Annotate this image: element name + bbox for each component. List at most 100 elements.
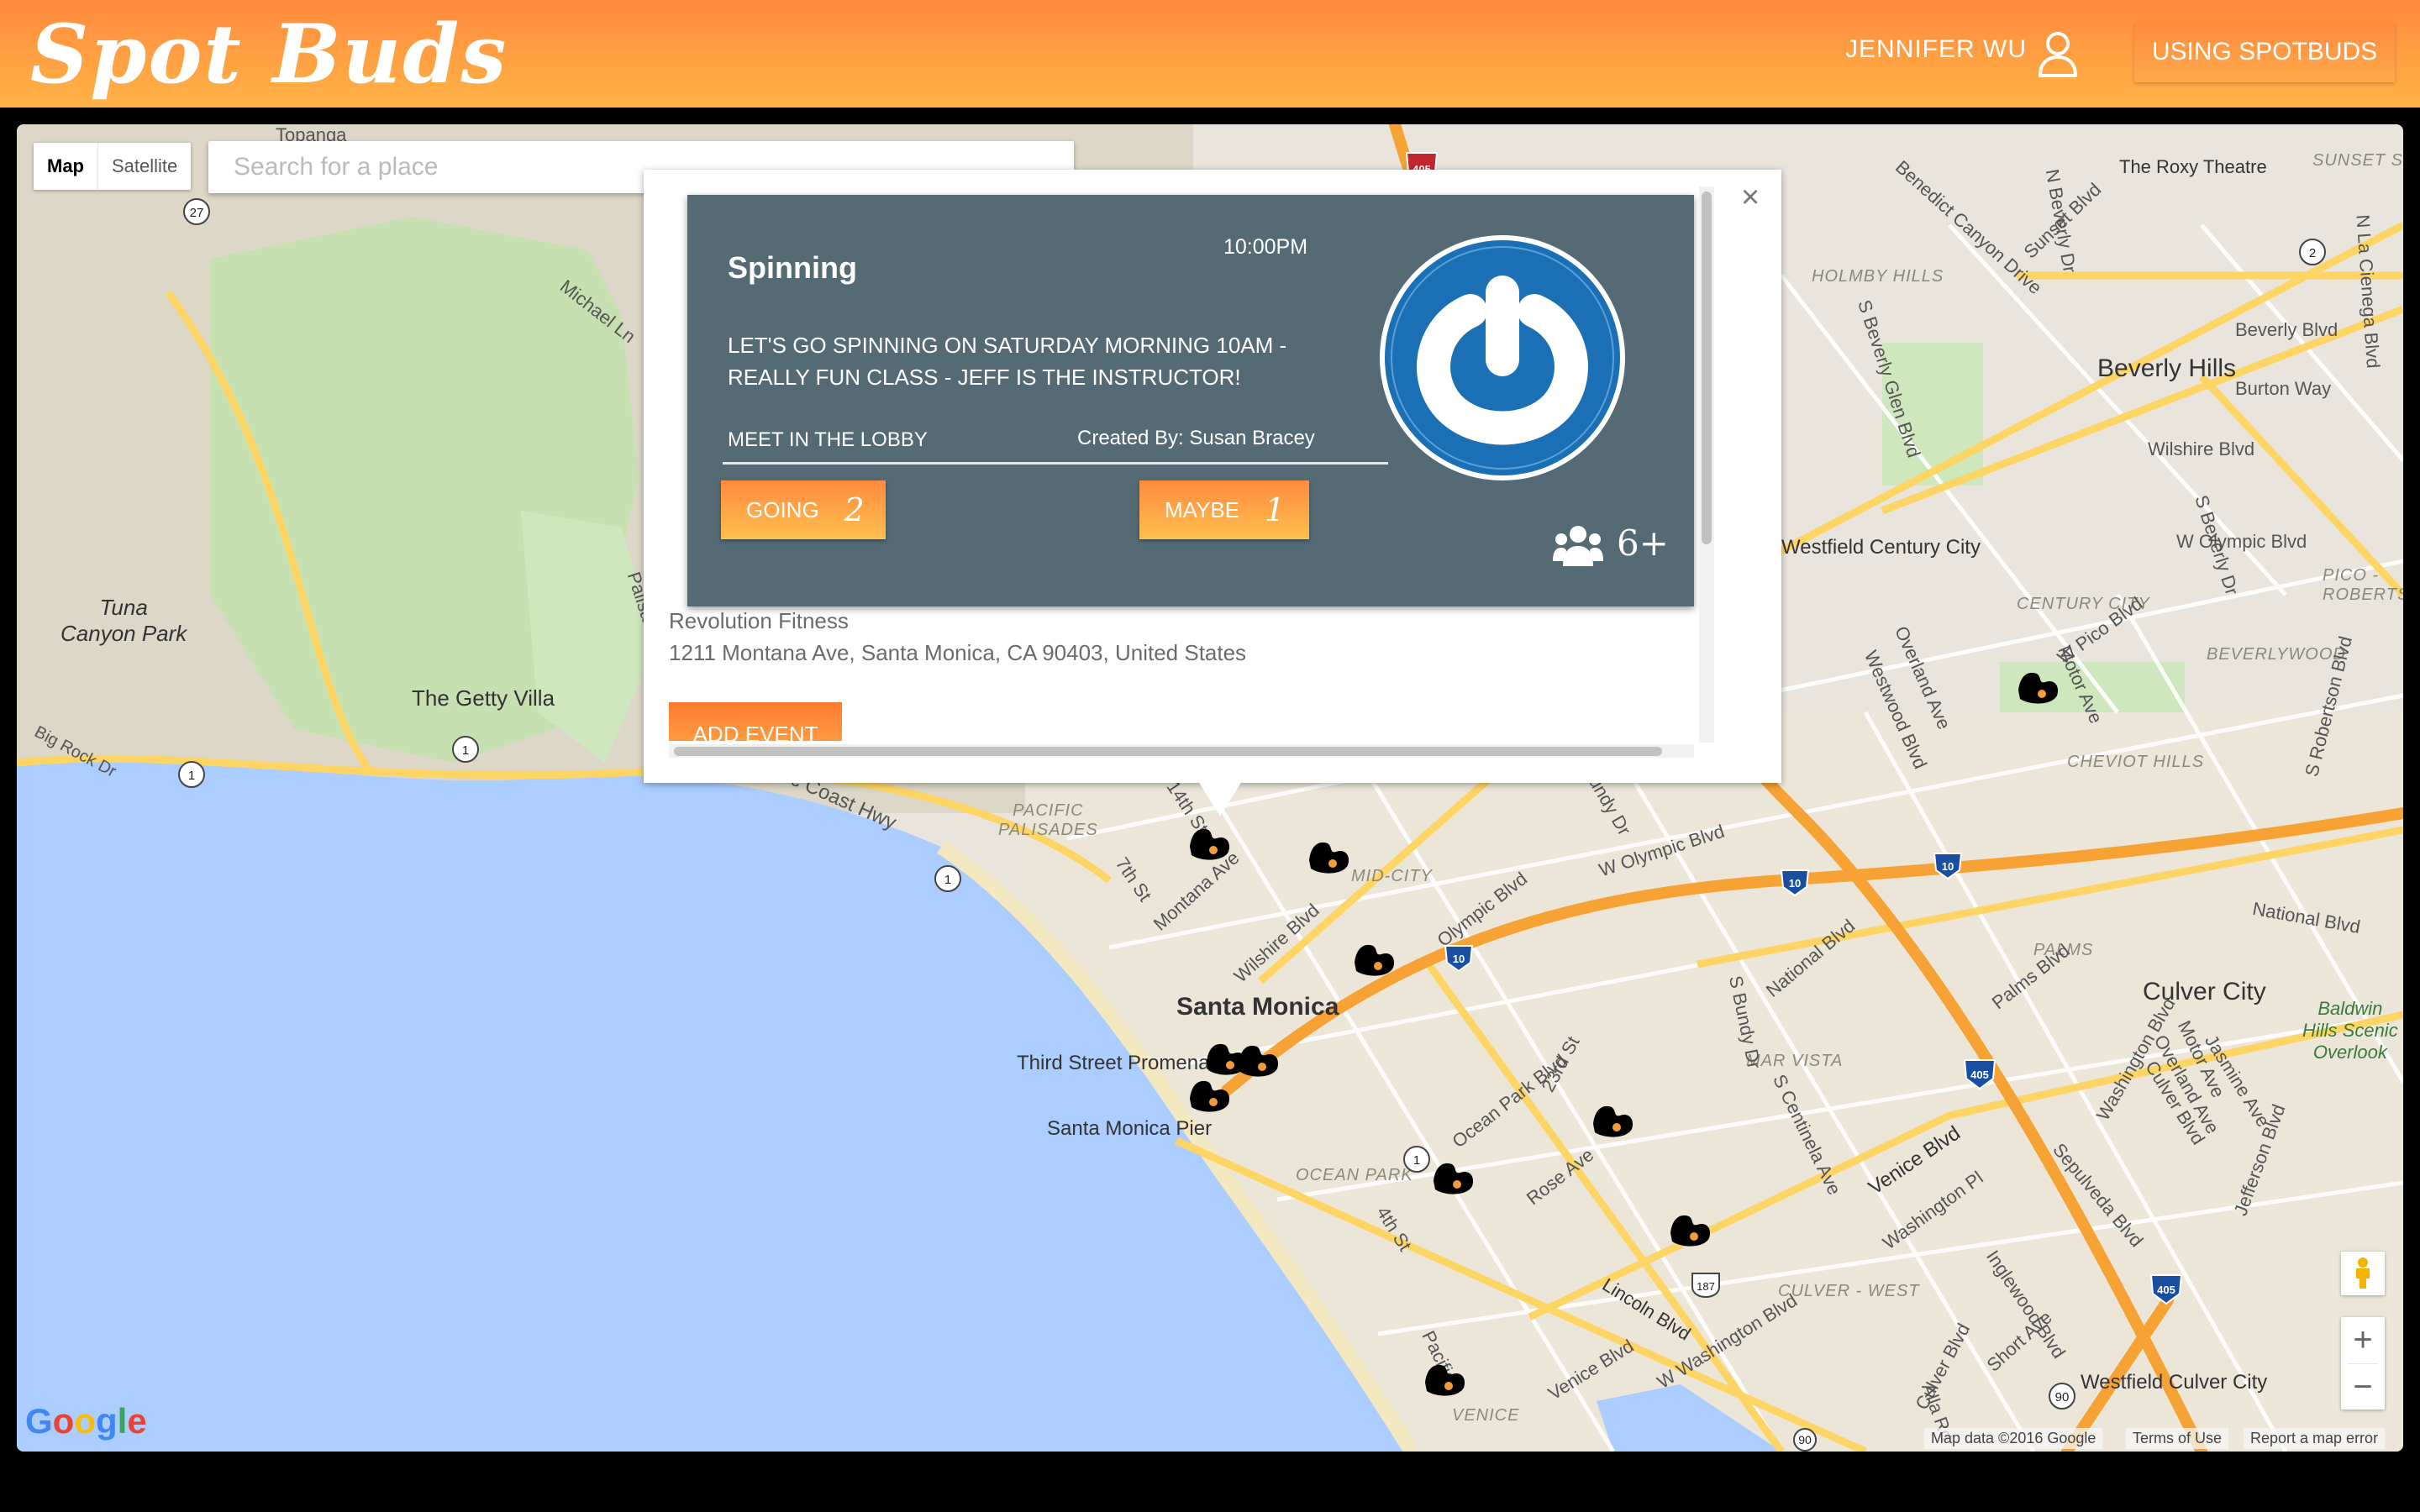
event-card: Spinning 10:00PM LET'S GO SPINNING ON SA… xyxy=(687,195,1694,606)
route-2-shield: 2 xyxy=(2299,239,2326,265)
going-count: 2 xyxy=(844,491,865,528)
horizontal-scroll-thumb[interactable] xyxy=(674,747,1662,756)
map-data-attribution: Map data ©2016 Google xyxy=(1924,1428,2103,1449)
route-187-shield: 187 xyxy=(1691,1273,1720,1299)
event-marker-flex-icon[interactable] xyxy=(1588,1099,1639,1141)
pegman-icon xyxy=(2356,1257,2370,1289)
event-marker-flex-icon[interactable] xyxy=(1665,1208,1716,1250)
route-1-shield: 1 xyxy=(452,736,479,763)
svg-text:90: 90 xyxy=(2055,1390,2070,1404)
label-santa-monica: Santa Monica xyxy=(1176,993,1339,1021)
event-title: Spinning xyxy=(728,250,857,285)
horizontal-scrollbar[interactable] xyxy=(669,744,1694,758)
add-event-label: ADD EVENT xyxy=(692,722,818,741)
label-baldwin-hills: Baldwin Hills Scenic Overlook xyxy=(2302,998,2398,1063)
map-type-satellite-button[interactable]: Satellite xyxy=(98,143,191,190)
add-event-button[interactable]: ADD EVENT xyxy=(669,702,842,741)
going-button[interactable]: GOING 2 xyxy=(721,480,886,539)
svg-text:27: 27 xyxy=(190,206,204,220)
street-view-pegman[interactable] xyxy=(2341,1252,2385,1295)
using-spotbuds-button[interactable]: USING SPOTBUDS xyxy=(2134,22,2395,82)
svg-text:1: 1 xyxy=(188,769,195,783)
svg-text:1: 1 xyxy=(944,873,951,887)
route-90-shield: 90 xyxy=(1793,1428,1817,1452)
event-time: 10:00PM xyxy=(1223,235,1308,259)
label-venice: VENICE xyxy=(1452,1406,1520,1425)
interstate-10-shield: 10 xyxy=(1933,853,1963,880)
svg-text:187: 187 xyxy=(1697,1280,1715,1293)
map-type-control: Map Satellite xyxy=(34,143,192,190)
gym-logo-icon xyxy=(1380,235,1625,480)
event-marker-flex-icon[interactable] xyxy=(2013,665,2064,707)
google-logo: Google xyxy=(25,1401,147,1441)
app-logo[interactable]: Spot Buds xyxy=(30,8,508,101)
event-marker-flex-icon[interactable] xyxy=(1428,1156,1479,1198)
zoom-in-button[interactable]: + xyxy=(2353,1317,2372,1363)
label-santa-monica-pier: Santa Monica Pier xyxy=(1047,1117,1213,1140)
svg-text:1: 1 xyxy=(1413,1153,1420,1168)
report-map-error-link[interactable]: Report a map error xyxy=(2244,1428,2386,1449)
label-wilshire-blvd-bh: Wilshire Blvd xyxy=(2148,438,2255,459)
vertical-scrollbar[interactable] xyxy=(1699,186,1714,743)
event-marker-flex-icon[interactable] xyxy=(1234,1038,1284,1080)
label-pico-robertson: PICO - ROBERTSON xyxy=(2323,566,2403,604)
label-burton-way: Burton Way xyxy=(2235,378,2332,399)
event-marker-flex-icon[interactable] xyxy=(1185,1074,1235,1116)
label-third-street: Third Street Promenade xyxy=(1017,1052,1233,1074)
svg-text:10: 10 xyxy=(1453,953,1465,965)
event-marker-flex-icon[interactable] xyxy=(1420,1357,1470,1399)
event-marker-flex-icon[interactable] xyxy=(1304,835,1355,877)
label-westfield-culver: Westfield Culver City xyxy=(2081,1371,2268,1394)
event-info-window: × Spinning 10:00PM LET'S GO SPINNING ON … xyxy=(644,170,1781,816)
app-header: Spot Buds JENNIFER WU USING SPOTBUDS xyxy=(0,0,2420,108)
event-divider xyxy=(723,462,1388,465)
event-creator: Created By: Susan Bracey xyxy=(1077,427,1315,449)
svg-text:90: 90 xyxy=(1798,1433,1812,1446)
route-1-shield: 1 xyxy=(1403,1146,1430,1173)
label-pacific-palisades: PACIFIC PALISADES xyxy=(998,801,1098,839)
label-ocean-park: OCEAN PARK xyxy=(1296,1166,1413,1184)
event-marker-flex-icon[interactable] xyxy=(1349,937,1400,979)
interstate-405-shield: 405 xyxy=(1963,1059,1996,1090)
label-beverly-hills: Beverly Hills xyxy=(2097,354,2237,382)
svg-text:2: 2 xyxy=(2309,246,2316,260)
event-meeting-point: MEET IN THE LOBBY xyxy=(728,428,928,451)
svg-text:405: 405 xyxy=(1970,1068,1989,1081)
vertical-scroll-thumb[interactable] xyxy=(1702,192,1712,544)
label-beverlywood: BEVERLYWOOD xyxy=(2207,645,2346,664)
svg-text:10: 10 xyxy=(1942,860,1954,873)
user-icon[interactable] xyxy=(2037,30,2079,77)
label-sunset-st: SUNSET ST xyxy=(2312,151,2403,170)
label-roxy-theatre: The Roxy Theatre xyxy=(2119,156,2267,177)
maybe-label: MAYBE xyxy=(1165,496,1240,522)
venue-name: Revolution Fitness xyxy=(669,608,849,633)
label-mid-city: MID-CITY xyxy=(1351,867,1433,885)
label-culver-west: CULVER - WEST xyxy=(1778,1282,1920,1300)
maybe-button[interactable]: MAYBE 1 xyxy=(1139,480,1309,539)
map-type-map-button[interactable]: Map xyxy=(34,143,98,190)
route-27-shield: 27 xyxy=(183,198,210,225)
label-beverly-blvd: Beverly Blvd xyxy=(2235,319,2338,340)
label-w-olympic-blvd-east: W Olympic Blvd xyxy=(2176,531,2307,552)
terms-of-use-link[interactable]: Terms of Use xyxy=(2126,1428,2229,1449)
interstate-10-shield: 10 xyxy=(1780,869,1810,897)
event-marker-flex-icon[interactable] xyxy=(1185,822,1235,864)
label-holmby-hills: HOLMBY HILLS xyxy=(1812,267,1944,286)
label-westfield-century: Westfield Century City xyxy=(1781,536,1981,559)
svg-text:1: 1 xyxy=(462,743,469,758)
label-cheviot-hills: CHEVIOT HILLS xyxy=(2067,753,2205,771)
event-description: LET'S GO SPINNING ON SATURDAY MORNING 10… xyxy=(728,333,1287,390)
attendees-group-icon xyxy=(1553,526,1603,566)
maybe-count: 1 xyxy=(1265,491,1286,528)
zoom-out-button[interactable]: − xyxy=(2353,1364,2372,1410)
close-info-window-button[interactable]: × xyxy=(1741,180,1760,216)
route-1-shield: 1 xyxy=(178,761,205,788)
going-label: GOING xyxy=(746,496,819,522)
attendee-count: 6+ xyxy=(1617,522,1669,564)
venue-address: 1211 Montana Ave, Santa Monica, CA 90403… xyxy=(669,640,1247,665)
svg-text:405: 405 xyxy=(2157,1284,2175,1296)
user-name[interactable]: JENNIFER WU xyxy=(1845,35,2027,64)
route-1-shield: 1 xyxy=(934,865,961,892)
route-90-shield: 90 xyxy=(2049,1383,2075,1410)
label-getty-villa: The Getty Villa xyxy=(412,685,555,711)
